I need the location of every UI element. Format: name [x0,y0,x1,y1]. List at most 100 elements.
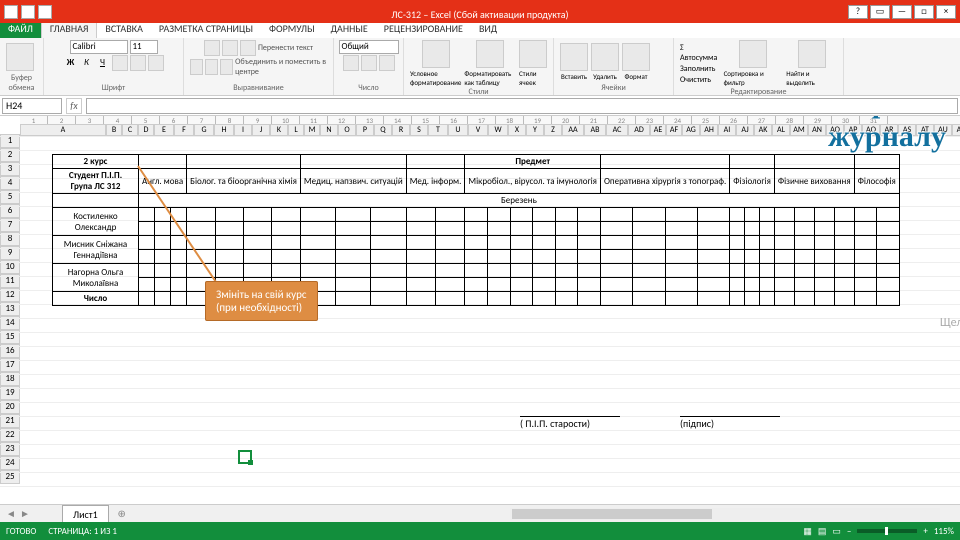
comma-icon[interactable] [379,55,395,71]
align-right-icon[interactable] [220,59,233,75]
redo-icon[interactable] [38,5,52,19]
cond-format-icon[interactable] [422,40,450,68]
col-header[interactable]: E [154,124,174,136]
row-header[interactable]: 15 [0,330,20,344]
row-header[interactable]: 18 [0,372,20,386]
course-cell[interactable]: 2 курс [53,155,139,169]
sheet-next-icon[interactable]: ► [18,507,32,521]
zoom-out-icon[interactable]: – [847,526,851,537]
row-header[interactable]: 16 [0,344,20,358]
col-header[interactable]: V [468,124,488,136]
col-header[interactable]: AE [650,124,666,136]
col-header[interactable]: R [392,124,410,136]
row-header[interactable]: 10 [0,260,20,274]
col-header[interactable]: D [138,124,154,136]
zoom-slider[interactable] [857,529,917,533]
format-cells-icon[interactable] [622,43,650,71]
col-header[interactable]: L [288,124,304,136]
font-name-select[interactable]: Calibri [70,40,128,54]
col-header[interactable]: M [304,124,320,136]
row-header[interactable]: 2 [0,148,20,162]
row-header[interactable]: 4 [0,176,20,190]
font-color-icon[interactable] [148,55,164,71]
italic-button[interactable]: К [80,56,94,70]
col-header[interactable]: A [20,124,106,136]
col-header[interactable]: Q [374,124,392,136]
row-header[interactable]: 12 [0,288,20,302]
align-top-icon[interactable] [204,40,220,56]
view-normal-icon[interactable]: ▦ [803,526,812,537]
underline-button[interactable]: Ч [96,56,110,70]
zoom-level[interactable]: 115% [934,526,954,537]
bold-button[interactable]: Ж [64,56,78,70]
col-header[interactable]: B [106,124,122,136]
save-icon[interactable] [4,5,18,19]
fill-button[interactable]: Заполнить [680,64,721,74]
col-header[interactable]: AA [562,124,584,136]
delete-cells-icon[interactable] [591,43,619,71]
col-header[interactable]: F [174,124,194,136]
row-header[interactable]: 24 [0,456,20,470]
col-header[interactable]: G [194,124,214,136]
row-header[interactable]: 3 [0,162,20,176]
col-header[interactable]: S [410,124,428,136]
col-header[interactable]: J [252,124,270,136]
view-break-icon[interactable]: ▭ [832,526,841,537]
horizontal-scrollbar[interactable] [510,508,940,520]
border-icon[interactable] [112,55,128,71]
col-header[interactable]: W [488,124,508,136]
col-header[interactable]: AF [666,124,682,136]
clear-button[interactable]: Очистить [680,75,721,85]
currency-icon[interactable] [343,55,359,71]
col-header[interactable]: I [234,124,252,136]
row-header[interactable]: 17 [0,358,20,372]
row-header[interactable]: 6 [0,204,20,218]
align-center-icon[interactable] [205,59,218,75]
wrap-text-button[interactable]: Перенести текст [258,43,313,53]
row-header[interactable]: 1 [0,134,20,148]
autosum-button[interactable]: Σ Автосумма [680,43,721,63]
percent-icon[interactable] [361,55,377,71]
row-header[interactable]: 20 [0,400,20,414]
sheet-add-icon[interactable]: ⊕ [115,507,129,521]
insert-cells-icon[interactable] [560,43,588,71]
fx-icon[interactable]: fx [66,98,82,114]
row-header[interactable]: 8 [0,232,20,246]
merge-button[interactable]: Объединить и поместить в центре [235,57,327,77]
col-header[interactable]: C [122,124,138,136]
col-header[interactable]: AD [628,124,650,136]
row-header[interactable]: 13 [0,302,20,316]
view-layout-icon[interactable]: ▤ [818,526,827,537]
col-header[interactable]: AB [584,124,606,136]
sheet-tab-1[interactable]: Лист1 [62,505,109,523]
minimize-icon[interactable]: — [892,5,912,19]
formula-input[interactable] [86,98,958,114]
paste-icon[interactable] [6,43,34,71]
align-bot-icon[interactable] [240,40,256,56]
row-header[interactable]: 14 [0,316,20,330]
cell-styles-icon[interactable] [519,40,547,68]
row-header[interactable]: 25 [0,470,20,484]
col-header[interactable]: U [448,124,468,136]
find-select-icon[interactable] [798,40,826,68]
maximize-icon[interactable]: □ [914,5,934,19]
col-header[interactable]: Y [526,124,544,136]
fill-color-icon[interactable] [130,55,146,71]
worksheet-area[interactable]: 1234567891011121314151617181920212223242… [0,116,960,508]
align-left-icon[interactable] [190,59,203,75]
zoom-in-icon[interactable]: + [923,526,927,537]
journal-table[interactable]: 2 курс Предмет Студент П.І.П. Група ЛС 3… [52,154,900,306]
row-header[interactable]: 19 [0,386,20,400]
format-table-icon[interactable] [476,40,504,68]
col-header[interactable]: K [270,124,288,136]
col-header[interactable]: N [320,124,338,136]
col-header[interactable]: Z [544,124,562,136]
col-header[interactable]: H [214,124,234,136]
undo-icon[interactable] [21,5,35,19]
sheet-prev-icon[interactable]: ◄ [4,507,18,521]
col-header[interactable]: AC [606,124,628,136]
col-header[interactable]: T [428,124,448,136]
row-header[interactable]: 9 [0,246,20,260]
align-mid-icon[interactable] [222,40,238,56]
ribbon-opts-icon[interactable]: ▭ [870,5,890,19]
